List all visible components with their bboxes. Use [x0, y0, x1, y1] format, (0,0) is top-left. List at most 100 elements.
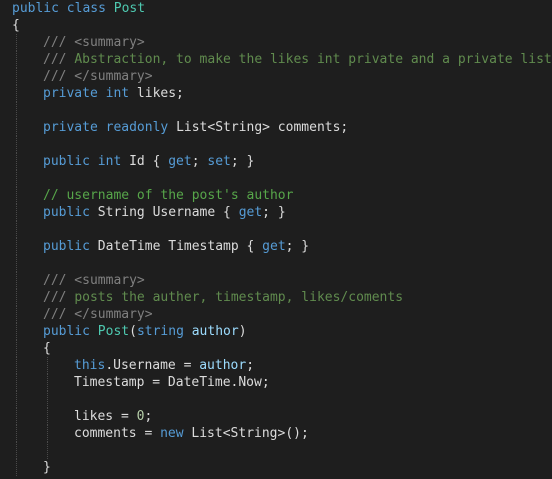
code-line	[0, 255, 552, 272]
code-token: // username of the post's author	[43, 188, 294, 203]
code-line: public int Id { get; set; }	[0, 153, 552, 170]
code-line	[0, 102, 552, 119]
code-token: ;	[246, 358, 255, 373]
indent-guide	[16, 374, 17, 391]
code-token: /// </summary>	[43, 69, 153, 84]
code-line: /// Abstraction, to make the likes int p…	[0, 51, 552, 68]
indent-guide	[16, 187, 17, 204]
code-token: ///	[43, 290, 75, 305]
indent-guide	[16, 289, 17, 306]
code-line: public String Username { get; }	[0, 204, 552, 221]
code-token: author	[199, 358, 247, 373]
code-token: }	[43, 460, 51, 475]
code-token: author	[191, 324, 239, 339]
code-token: likes;	[136, 86, 184, 101]
code-token: likes =	[74, 409, 137, 424]
code-token: ; }	[285, 239, 310, 254]
code-line: {	[0, 17, 552, 34]
code-token: Id {	[129, 154, 169, 169]
code-token: get	[262, 239, 286, 254]
indent-guide	[16, 85, 17, 102]
code-token: get	[168, 154, 192, 169]
code-token: string	[136, 324, 192, 339]
code-line: public DateTime Timestamp { get; }	[0, 238, 552, 255]
indent-guide	[16, 408, 17, 425]
indent-guide	[47, 391, 48, 408]
indent-guide	[16, 51, 17, 68]
code-line: likes = 0;	[0, 408, 552, 425]
indent-guide	[47, 425, 48, 442]
code-line	[0, 391, 552, 408]
code-line: private int likes;	[0, 85, 552, 102]
indent-guide	[16, 442, 17, 459]
indent-guide	[16, 170, 17, 187]
code-line	[0, 136, 552, 153]
code-token: .Username =	[105, 358, 200, 373]
code-token: ;	[191, 154, 208, 169]
code-token: private readonly	[43, 120, 177, 135]
code-line	[0, 170, 552, 187]
code-token: this	[74, 358, 106, 373]
indent-guide	[16, 238, 17, 255]
indent-guide	[16, 272, 17, 289]
code-token: get	[238, 205, 263, 220]
code-token: comments =	[74, 426, 161, 441]
code-token: /// <summary>	[43, 35, 145, 50]
indent-guide	[16, 306, 17, 323]
code-token: {	[12, 18, 20, 33]
code-line: /// <summary>	[0, 34, 552, 51]
code-token: List<String>();	[191, 426, 309, 441]
code-token: public int	[43, 154, 130, 169]
indent-guide	[16, 425, 17, 442]
code-line: }	[0, 459, 552, 476]
indent-guide	[47, 374, 48, 391]
code-token: /// </summary>	[43, 307, 153, 322]
code-line	[0, 221, 552, 238]
code-token: public	[43, 205, 98, 220]
indent-guide	[16, 221, 17, 238]
code-line: /// </summary>	[0, 306, 552, 323]
indent-guide	[16, 153, 17, 170]
indent-guide	[16, 102, 17, 119]
code-line: Timestamp = DateTime.Now;	[0, 374, 552, 391]
code-line: {	[0, 340, 552, 357]
code-token: (	[129, 324, 137, 339]
code-line: public Post(string author)	[0, 323, 552, 340]
code-line: public class Post	[0, 0, 552, 17]
code-token: String Username {	[97, 205, 239, 220]
code-token: ; }	[262, 205, 286, 220]
indent-guide	[47, 442, 48, 459]
indent-guide	[16, 119, 17, 136]
code-line: // username of the post's author	[0, 187, 552, 204]
code-token: Timestamp = DateTime.Now;	[74, 375, 270, 390]
indent-guide	[16, 357, 17, 374]
code-token: Abstraction, to make the likes int priva…	[74, 52, 552, 67]
indent-guide	[47, 408, 48, 425]
code-token: )	[238, 324, 247, 339]
indent-guide	[16, 255, 17, 272]
code-token: ///	[43, 52, 75, 67]
indent-guide	[16, 68, 17, 85]
code-token: Post	[97, 324, 130, 339]
code-line: /// <summary>	[0, 272, 552, 289]
code-line: /// posts the auther, timestamp, likes/c…	[0, 289, 552, 306]
code-token: new	[160, 426, 192, 441]
code-token: ; }	[230, 154, 255, 169]
code-editor[interactable]: public class Post{/// <summary>/// Abstr…	[0, 0, 552, 479]
code-token: private int	[43, 86, 137, 101]
code-token: ;	[144, 409, 153, 424]
code-line: this.Username = author;	[0, 357, 552, 374]
code-line: /// </summary>	[0, 68, 552, 85]
code-token: {	[43, 341, 51, 356]
indent-guide	[16, 136, 17, 153]
code-token: Post	[113, 1, 146, 16]
indent-guide	[16, 391, 17, 408]
code-token: public	[43, 324, 98, 339]
indent-guide	[16, 204, 17, 221]
code-token: public class	[12, 1, 114, 16]
code-token: DateTime Timestamp {	[97, 239, 263, 254]
indent-guide	[16, 340, 17, 357]
code-token: public	[43, 239, 98, 254]
code-line: comments = new List<String>();	[0, 425, 552, 442]
indent-guide	[16, 459, 17, 476]
